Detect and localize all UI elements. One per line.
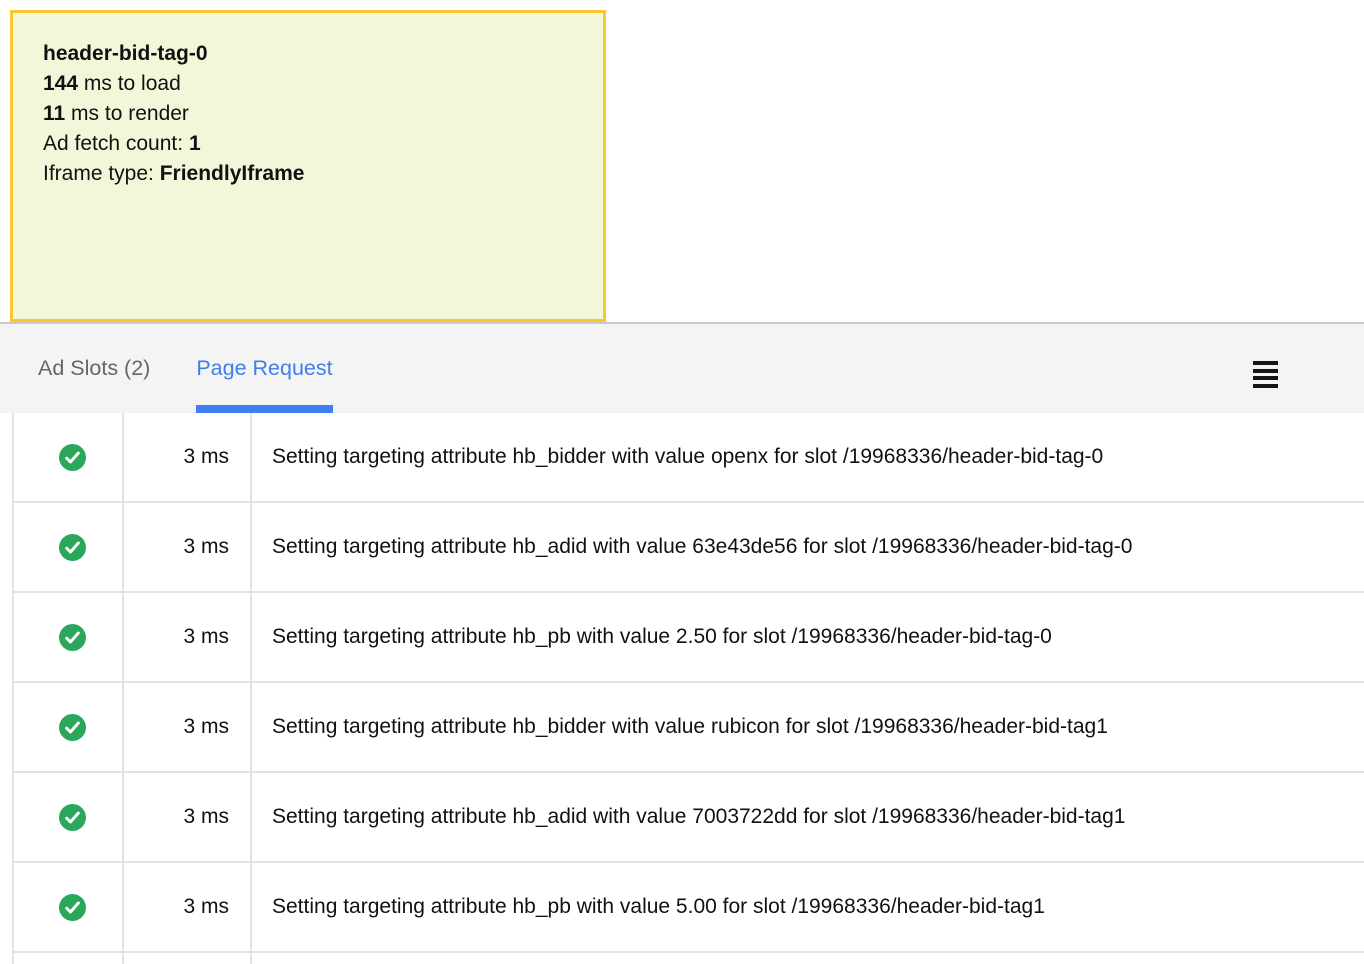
render-time-line: 11 ms to render bbox=[43, 99, 583, 129]
ad-fetch-count-label: Ad fetch count: bbox=[43, 132, 189, 155]
log-time: 3 ms bbox=[124, 683, 252, 771]
success-check-icon bbox=[59, 534, 86, 561]
tab-page-request-label: Page Request bbox=[196, 356, 332, 381]
log-status-cell bbox=[14, 773, 124, 861]
load-time-value: 144 bbox=[43, 72, 78, 95]
log-time: 3 ms bbox=[124, 773, 252, 861]
iframe-type-line: Iframe type: FriendlyIframe bbox=[43, 159, 583, 189]
active-tab-underline bbox=[196, 405, 332, 413]
ad-fetch-count-value: 1 bbox=[189, 132, 201, 155]
log-status-cell bbox=[14, 503, 124, 591]
log-time: 3 ms bbox=[124, 503, 252, 591]
tab-ad-slots[interactable]: Ad Slots (2) bbox=[38, 324, 150, 413]
iframe-type-value: FriendlyIframe bbox=[160, 162, 305, 185]
success-check-icon bbox=[59, 804, 86, 831]
tab-page-request[interactable]: Page Request bbox=[196, 324, 332, 413]
log-message: Setting targeting attribute hb_adid with… bbox=[252, 503, 1364, 591]
log-time: 3 ms bbox=[124, 863, 252, 951]
log-message: Setting targeting attribute hb_pb with v… bbox=[252, 863, 1364, 951]
log-status-cell bbox=[14, 593, 124, 681]
log-status-cell bbox=[14, 413, 124, 501]
log-row bbox=[12, 953, 1364, 964]
log-status-cell bbox=[14, 953, 124, 964]
log-status-cell bbox=[14, 863, 124, 951]
ad-fetch-count-line: Ad fetch count: 1 bbox=[43, 129, 583, 159]
log-row: 3 ms Setting targeting attribute hb_pb w… bbox=[12, 863, 1364, 953]
log-message: Setting targeting attribute hb_adid with… bbox=[252, 773, 1364, 861]
log-row: 3 ms Setting targeting attribute hb_pb w… bbox=[12, 593, 1364, 683]
iframe-type-label: Iframe type: bbox=[43, 162, 160, 185]
log-row: 3 ms Setting targeting attribute hb_adid… bbox=[12, 773, 1364, 863]
log-row: 3 ms Setting targeting attribute hb_bidd… bbox=[12, 683, 1364, 773]
menu-bar bbox=[1253, 376, 1278, 380]
log-message: Setting targeting attribute hb_bidder wi… bbox=[252, 413, 1364, 501]
log-message: Setting targeting attribute hb_bidder wi… bbox=[252, 683, 1364, 771]
tab-ad-slots-label: Ad Slots (2) bbox=[38, 356, 150, 381]
render-time-value: 11 bbox=[43, 102, 65, 125]
load-time-line: 144 ms to load bbox=[43, 69, 583, 99]
menu-bar bbox=[1253, 361, 1278, 365]
log-row: 3 ms Setting targeting attribute hb_bidd… bbox=[12, 413, 1364, 503]
load-time-label: ms to load bbox=[78, 72, 181, 95]
console-tab-bar: Ad Slots (2) Page Request bbox=[0, 322, 1364, 413]
log-message bbox=[252, 953, 1364, 964]
log-time: 3 ms bbox=[124, 593, 252, 681]
log-message: Setting targeting attribute hb_pb with v… bbox=[252, 593, 1364, 681]
log-row: 3 ms Setting targeting attribute hb_adid… bbox=[12, 503, 1364, 593]
success-check-icon bbox=[59, 714, 86, 741]
publisher-console-page: header-bid-tag-0 144 ms to load 11 ms to… bbox=[0, 0, 1364, 964]
log-time: 3 ms bbox=[124, 413, 252, 501]
log-status-cell bbox=[14, 683, 124, 771]
success-check-icon bbox=[59, 624, 86, 651]
log-table: 3 ms Setting targeting attribute hb_bidd… bbox=[0, 413, 1364, 964]
menu-bar bbox=[1253, 384, 1278, 388]
list-menu-icon[interactable] bbox=[1253, 361, 1278, 388]
success-check-icon bbox=[59, 894, 86, 921]
log-time bbox=[124, 953, 252, 964]
success-check-icon bbox=[59, 444, 86, 471]
slot-name: header-bid-tag-0 bbox=[43, 39, 583, 69]
render-time-label: ms to render bbox=[65, 102, 189, 125]
slot-info-overlay: header-bid-tag-0 144 ms to load 11 ms to… bbox=[10, 10, 606, 322]
menu-bar bbox=[1253, 369, 1278, 373]
